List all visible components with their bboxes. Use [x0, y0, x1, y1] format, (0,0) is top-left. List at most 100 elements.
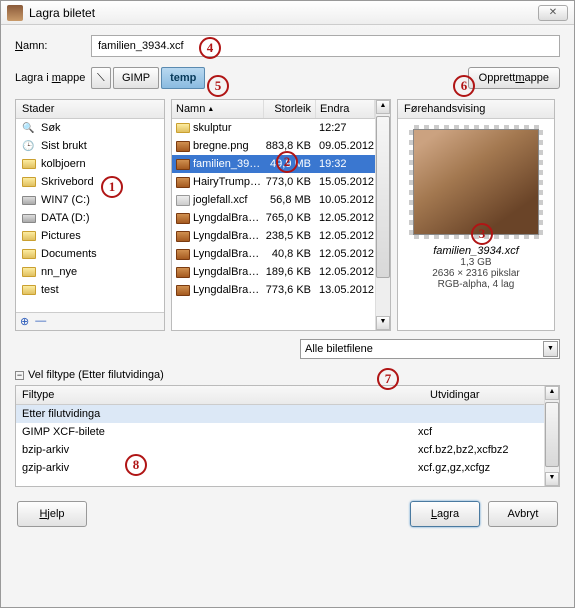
places-item-label: WIN7 (C:) [41, 194, 90, 206]
places-item[interactable]: kolbjoern [16, 155, 164, 173]
file-name: LyngdalBra… [193, 248, 263, 260]
file-row[interactable]: familien_39…49,9 MB19:32 [172, 155, 375, 173]
preview-body: familien_3934.xcf 1,3 GB 2636 × 2316 pik… [398, 119, 554, 330]
places-item[interactable]: Søk [16, 119, 164, 137]
folder-icon [22, 177, 36, 187]
filetype-row[interactable]: Etter filutvidinga [16, 405, 544, 423]
col-size-header[interactable]: Storleik [264, 100, 316, 118]
chevron-down-icon[interactable]: ▼ [543, 341, 558, 357]
place-remove-button[interactable]: — [35, 315, 46, 328]
places-item[interactable]: Sist brukt [16, 137, 164, 155]
file-size: 238,5 KB [263, 230, 315, 242]
img-icon [176, 177, 190, 188]
scroll-up-icon[interactable]: ▲ [376, 100, 390, 114]
filter-row: Alle biletfilene ▼ [15, 339, 560, 359]
middle-panels: Stader Søk Sist brukt kolbjoernSkrivebord W… [15, 99, 560, 331]
file-date: 10.05.2012 [315, 194, 375, 206]
places-list: Søk Sist brukt kolbjoernSkrivebord WIN7 (C:… [16, 119, 164, 312]
expander-label: Vel filtype (Etter filutvidinga) [28, 369, 164, 381]
folder-icon [22, 231, 36, 241]
file-row[interactable]: LyngdalBra…40,8 KB12.05.2012 [172, 245, 375, 263]
col-date-header[interactable]: Endra [316, 100, 375, 118]
filetype-scrollbar[interactable]: ▲ ▼ [544, 386, 559, 486]
places-item-label: DATA (D:) [41, 212, 89, 224]
titlebar[interactable]: Lagra biletet ✕ [1, 1, 574, 25]
file-row[interactable]: LyngdalBra…773,6 KB13.05.2012 [172, 281, 375, 299]
name-row: Namn: [15, 35, 560, 57]
col-name-header[interactable]: Namn▲ [172, 100, 264, 118]
scroll-down-icon[interactable]: ▼ [545, 472, 559, 486]
path-segment[interactable]: ⟍ [91, 67, 111, 89]
drive-icon [22, 196, 36, 205]
places-item[interactable]: DATA (D:) [16, 209, 164, 227]
file-size: 56,8 MB [263, 194, 315, 206]
filetype-row[interactable]: GIMP XCF-biletexcf [16, 423, 544, 441]
filetype-body: Etter filutvidingaGIMP XCF-biletexcfbzip… [16, 405, 544, 477]
file-date: 12.05.2012 [315, 212, 375, 224]
file-date: 12.05.2012 [315, 230, 375, 242]
img-icon [176, 159, 190, 170]
save-button[interactable]: Lagra [410, 501, 480, 527]
places-item-label: Documents [41, 248, 97, 260]
places-item[interactable]: test [16, 281, 164, 299]
folder-icon [22, 267, 36, 277]
file-row[interactable]: LyngdalBra…238,5 KB12.05.2012 [172, 227, 375, 245]
places-item[interactable]: WIN7 (C:) [16, 191, 164, 209]
place-add-button[interactable]: ⊕ [20, 315, 29, 328]
filetype-name: bzip-arkiv [22, 444, 418, 456]
app-icon [7, 5, 23, 21]
preview-panel: Førehandsvising familien_3934.xcf 1,3 GB… [397, 99, 555, 331]
help-button[interactable]: Hjelp [17, 501, 87, 527]
scroll-thumb[interactable] [376, 116, 390, 278]
filetype-ext: xcf [418, 426, 538, 438]
places-item[interactable]: Documents [16, 245, 164, 263]
filetype-row[interactable]: bzip-arkivxcf.bz2,bz2,xcfbz2 [16, 441, 544, 459]
file-filter-dropdown[interactable]: Alle biletfilene ▼ [300, 339, 560, 359]
col-filetype[interactable]: Filtype [16, 386, 424, 404]
path-segment[interactable]: GIMP [113, 67, 159, 89]
sort-asc-icon: ▲ [207, 106, 214, 113]
file-size: 773,6 KB [263, 284, 315, 296]
filelist-scrollbar[interactable]: ▲ ▼ [375, 100, 390, 330]
scroll-thumb[interactable] [545, 402, 559, 467]
create-folder-button[interactable]: Opprett mappe [468, 67, 560, 89]
thumbnail-image [413, 129, 539, 235]
places-item[interactable]: Pictures [16, 227, 164, 245]
places-item-label: nn_nye [41, 266, 77, 278]
col-extensions[interactable]: Utvidingar [424, 386, 544, 404]
file-row[interactable]: skulptur12:27 [172, 119, 375, 137]
scroll-down-icon[interactable]: ▼ [376, 316, 390, 330]
file-name: LyngdalBra… [193, 230, 263, 242]
filename-input[interactable] [91, 35, 560, 57]
collapse-icon: − [15, 371, 24, 380]
img-icon [176, 285, 190, 296]
file-name: bregne.png [193, 140, 263, 152]
path-segment[interactable]: temp [161, 67, 205, 89]
scroll-up-icon[interactable]: ▲ [545, 386, 559, 400]
places-item-label: Pictures [41, 230, 81, 242]
file-name: HairyTrump… [193, 176, 263, 188]
file-name: joglefall.xcf [193, 194, 263, 206]
folder-icon [22, 285, 36, 295]
cancel-button[interactable]: Avbryt [488, 501, 558, 527]
places-item[interactable]: Skrivebord [16, 173, 164, 191]
file-row[interactable]: bregne.png883,8 KB09.05.2012 [172, 137, 375, 155]
places-item-label: Sist brukt [41, 140, 87, 152]
close-icon[interactable]: ✕ [538, 5, 568, 21]
img-icon [176, 231, 190, 242]
dialog-content: Namn: Lagra i mappe ⟍GIMPtemp Opprett ma… [1, 25, 574, 527]
filetype-expander[interactable]: − Vel filtype (Etter filutvidinga) [15, 369, 560, 381]
file-row[interactable]: LyngdalBra…765,0 KB12.05.2012 [172, 209, 375, 227]
places-item[interactable]: nn_nye [16, 263, 164, 281]
filetype-row[interactable]: gzip-arkivxcf.gz,gz,xcfgz [16, 459, 544, 477]
file-row[interactable]: HairyTrump…773,0 KB15.05.2012 [172, 173, 375, 191]
file-name: skulptur [193, 122, 263, 134]
file-row[interactable]: joglefall.xcf56,8 MB10.05.2012 [172, 191, 375, 209]
filter-label: Alle biletfilene [305, 343, 373, 355]
file-row[interactable]: LyngdalBra…189,6 KB12.05.2012 [172, 263, 375, 281]
file-date: 09.05.2012 [315, 140, 375, 152]
places-header[interactable]: Stader [16, 100, 164, 119]
thumbnail-frame [409, 125, 543, 239]
file-date: 19:32 [315, 158, 375, 170]
file-name: LyngdalBra… [193, 212, 263, 224]
